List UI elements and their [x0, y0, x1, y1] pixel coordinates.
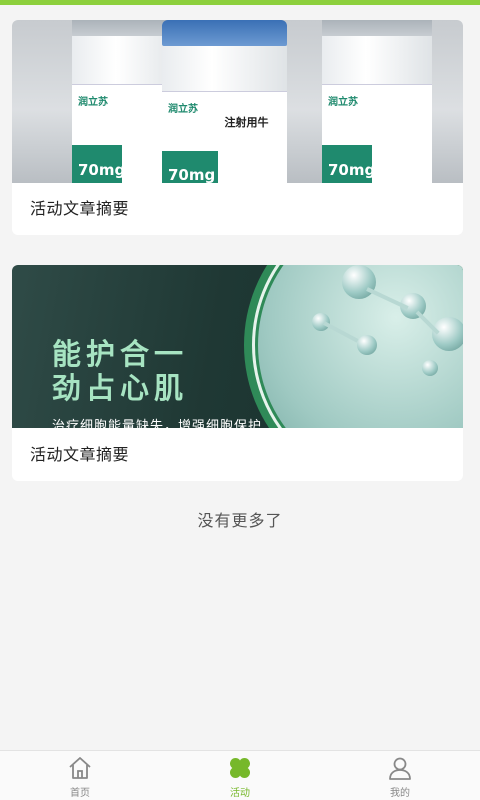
bottom-tab-bar: 首页 活动 我的: [0, 750, 480, 800]
tab-home[interactable]: 首页: [0, 751, 160, 800]
banner-headline: 能护合一 劲占心肌: [52, 337, 189, 405]
activity-card[interactable]: 润立苏 70mg 润立苏 70mg 润立苏 注射用牛 70mg 活动文章摘要: [12, 20, 463, 235]
card-caption: 活动文章摘要: [30, 199, 130, 218]
vial-image-main: 润立苏 注射用牛 70mg: [162, 20, 287, 183]
activity-card[interactable]: 能护合一 劲占心肌 治疗细胞能量缺失，增强细胞保护 活动文章摘要: [12, 265, 463, 481]
card-caption: 活动文章摘要: [30, 445, 130, 464]
tab-activity[interactable]: 活动: [160, 751, 320, 800]
home-icon: [69, 757, 91, 779]
tab-label: 首页: [70, 788, 90, 799]
top-accent-bar: [0, 0, 480, 5]
end-of-list-text: 没有更多了: [197, 511, 283, 530]
tab-label: 活动: [230, 788, 250, 799]
card-image: 能护合一 劲占心肌 治疗细胞能量缺失，增强细胞保护: [12, 265, 463, 428]
tab-label: 我的: [390, 788, 410, 799]
clover-icon: [230, 758, 250, 778]
tab-mine[interactable]: 我的: [320, 751, 480, 800]
banner-subline: 治疗细胞能量缺失，增强细胞保护: [52, 419, 263, 428]
card-image: 润立苏 70mg 润立苏 70mg 润立苏 注射用牛 70mg: [12, 20, 463, 183]
user-icon: [389, 757, 411, 780]
vial-image: 润立苏 70mg: [322, 20, 432, 183]
